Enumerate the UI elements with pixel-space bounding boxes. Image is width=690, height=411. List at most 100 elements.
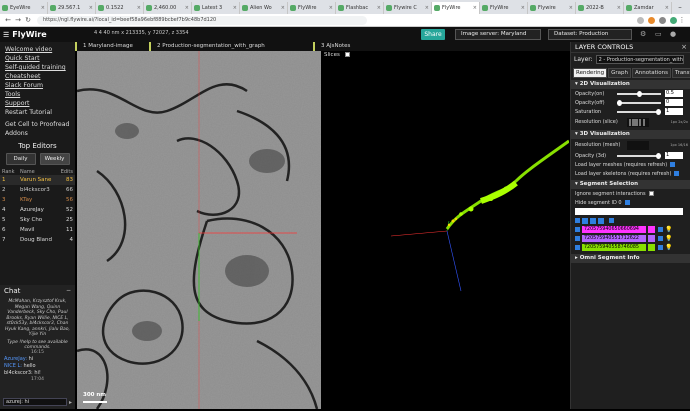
browser-tab[interactable]: EyeWire ×: [0, 2, 48, 14]
chat-input[interactable]: azurej: hi: [3, 398, 67, 406]
saturation-slider[interactable]: [617, 108, 661, 115]
browser-tab[interactable]: Flywire C ×: [384, 2, 432, 14]
eye-icon[interactable]: [598, 217, 604, 224]
em-image-viewport[interactable]: 300 nm: [77, 51, 321, 409]
browser-tab[interactable]: Zamdar ×: [624, 2, 672, 14]
tab-weekly[interactable]: Weekly: [39, 153, 70, 165]
close-tab-icon[interactable]: ×: [233, 5, 237, 11]
sidebar-link-cheatsheet[interactable]: Cheatsheet: [5, 72, 75, 81]
copy-icon[interactable]: [582, 217, 588, 224]
segment-checkbox[interactable]: [575, 245, 580, 250]
segment-visible-checkbox[interactable]: [658, 236, 663, 241]
visibility-checkbox[interactable]: [609, 218, 614, 223]
hamburger-menu-icon[interactable]: ☰: [3, 31, 9, 39]
close-tab-icon[interactable]: ×: [473, 5, 477, 11]
browser-tab[interactable]: Alien Wo ×: [240, 2, 288, 14]
lightbulb-icon[interactable]: 💡: [665, 226, 672, 233]
tab-transform[interactable]: Transform: [672, 68, 690, 78]
close-icon[interactable]: ×: [681, 43, 687, 51]
opacity-off-value[interactable]: 0: [665, 99, 683, 106]
segment-id[interactable]: 720575940558746085: [582, 244, 646, 251]
sidebar-link-welcome-video[interactable]: Welcome video: [5, 45, 75, 54]
opacity-3d-slider[interactable]: [617, 152, 661, 159]
sidebar-link-tools[interactable]: Tools: [5, 90, 75, 99]
url-input[interactable]: https://ngl.flywire.ai/?local_id=beef58a…: [37, 15, 367, 25]
profile-avatar-icon[interactable]: [670, 16, 677, 24]
lightbulb-icon[interactable]: 💡: [665, 244, 672, 251]
select-all-checkbox[interactable]: [575, 218, 580, 223]
resolution-slice-widget[interactable]: [627, 117, 649, 127]
browser-tab[interactable]: 2022-B ×: [576, 2, 624, 14]
close-tab-icon[interactable]: ×: [137, 5, 141, 11]
restart-tutorial-link[interactable]: Restart Tutorial: [5, 108, 75, 117]
layer-select[interactable]: 2 - Production-segmentation_with_graph: [595, 55, 684, 64]
opacity-on-slider[interactable]: [617, 90, 661, 97]
segment-visible-checkbox[interactable]: [658, 245, 663, 250]
back-icon[interactable]: ←: [3, 16, 13, 24]
tab-annotations[interactable]: Annotations: [631, 68, 671, 78]
segment-checkbox[interactable]: [575, 236, 580, 241]
segment-visible-checkbox[interactable]: [658, 227, 663, 232]
load-skeletons-checkbox[interactable]: [674, 171, 680, 176]
opacity-3d-value[interactable]: 1: [665, 152, 683, 159]
close-tab-icon[interactable]: ×: [41, 5, 45, 11]
dataset-select[interactable]: Dataset: Production: [548, 29, 632, 40]
opacity-off-slider[interactable]: [617, 99, 661, 106]
ignore-interactions-checkbox[interactable]: [648, 191, 654, 196]
forward-icon[interactable]: →: [13, 16, 23, 24]
close-tab-icon[interactable]: ×: [377, 5, 381, 11]
segment-item[interactable]: 720575940558746085 💡: [571, 243, 690, 252]
saturation-value[interactable]: 1: [665, 108, 683, 115]
reload-icon[interactable]: ↻: [23, 16, 33, 24]
segment-color-swatch[interactable]: [648, 226, 655, 233]
close-tab-icon[interactable]: ×: [89, 5, 93, 11]
share-button[interactable]: Share: [421, 29, 445, 40]
layer-tab-maryland-image[interactable]: 1 Maryland-image: [75, 42, 149, 51]
browser-tab[interactable]: 29.567.1 ×: [48, 2, 96, 14]
browser-tab[interactable]: FlyWire ×: [288, 2, 336, 14]
layer-tab-ajsnotes[interactable]: 3 AJsNotes: [313, 42, 393, 51]
resolution-mesh-widget[interactable]: [627, 140, 649, 150]
segment-id-input[interactable]: [575, 208, 683, 215]
segment-color-swatch[interactable]: [648, 244, 655, 251]
segment-item[interactable]: 720575940650660694 💡: [571, 225, 690, 234]
clear-icon[interactable]: [590, 217, 596, 224]
close-tab-icon[interactable]: ×: [281, 5, 285, 11]
minimize-icon[interactable]: –: [672, 3, 688, 11]
slices-checkbox[interactable]: [344, 52, 350, 57]
browser-tab[interactable]: 0.1522 ×: [96, 2, 144, 14]
browser-tab[interactable]: 2,460.00 ×: [144, 2, 192, 14]
user-icon[interactable]: ●: [670, 30, 676, 38]
opacity-on-value[interactable]: 0.5: [665, 90, 683, 97]
segment-item[interactable]: 720575940551712622 💡: [571, 234, 690, 243]
extension-icon[interactable]: [637, 16, 644, 24]
3d-viewport[interactable]: Slices: [321, 51, 570, 409]
tab-daily[interactable]: Daily: [5, 153, 36, 165]
close-tab-icon[interactable]: ×: [617, 5, 621, 11]
tab-rendering[interactable]: Rendering: [573, 68, 608, 78]
browser-tab[interactable]: Flashbac ×: [336, 2, 384, 14]
close-tab-icon[interactable]: ×: [425, 5, 429, 11]
send-icon[interactable]: ▸: [69, 399, 72, 406]
close-tab-icon[interactable]: ×: [569, 5, 573, 11]
close-tab-icon[interactable]: ×: [665, 5, 669, 11]
get-cell-link[interactable]: Get Cell to Proofread: [5, 120, 75, 129]
close-tab-icon[interactable]: ×: [185, 5, 189, 11]
extension-icon[interactable]: [648, 16, 655, 24]
browser-tab[interactable]: Flywire ×: [528, 2, 576, 14]
load-meshes-checkbox[interactable]: [670, 162, 676, 167]
close-tab-icon[interactable]: ×: [329, 5, 333, 11]
sidebar-link-quick-start[interactable]: Quick Start: [5, 54, 75, 63]
browser-tab[interactable]: Latest 3 ×: [192, 2, 240, 14]
segment-id[interactable]: 720575940551712622: [582, 235, 646, 242]
segment-id[interactable]: 720575940650660694: [582, 226, 646, 233]
sidebar-link-support[interactable]: Support: [5, 99, 75, 108]
lightbulb-icon[interactable]: 💡: [665, 235, 672, 242]
segment-color-swatch[interactable]: [648, 235, 655, 242]
sidebar-link-slack-forum[interactable]: Slack Forum: [5, 81, 75, 90]
browser-tab[interactable]: FlyWire ×: [432, 2, 480, 14]
extension-icon[interactable]: [659, 16, 666, 24]
segment-checkbox[interactable]: [575, 227, 580, 232]
layout-icon[interactable]: ▭: [655, 30, 662, 38]
menu-icon[interactable]: ⋮: [677, 16, 687, 24]
